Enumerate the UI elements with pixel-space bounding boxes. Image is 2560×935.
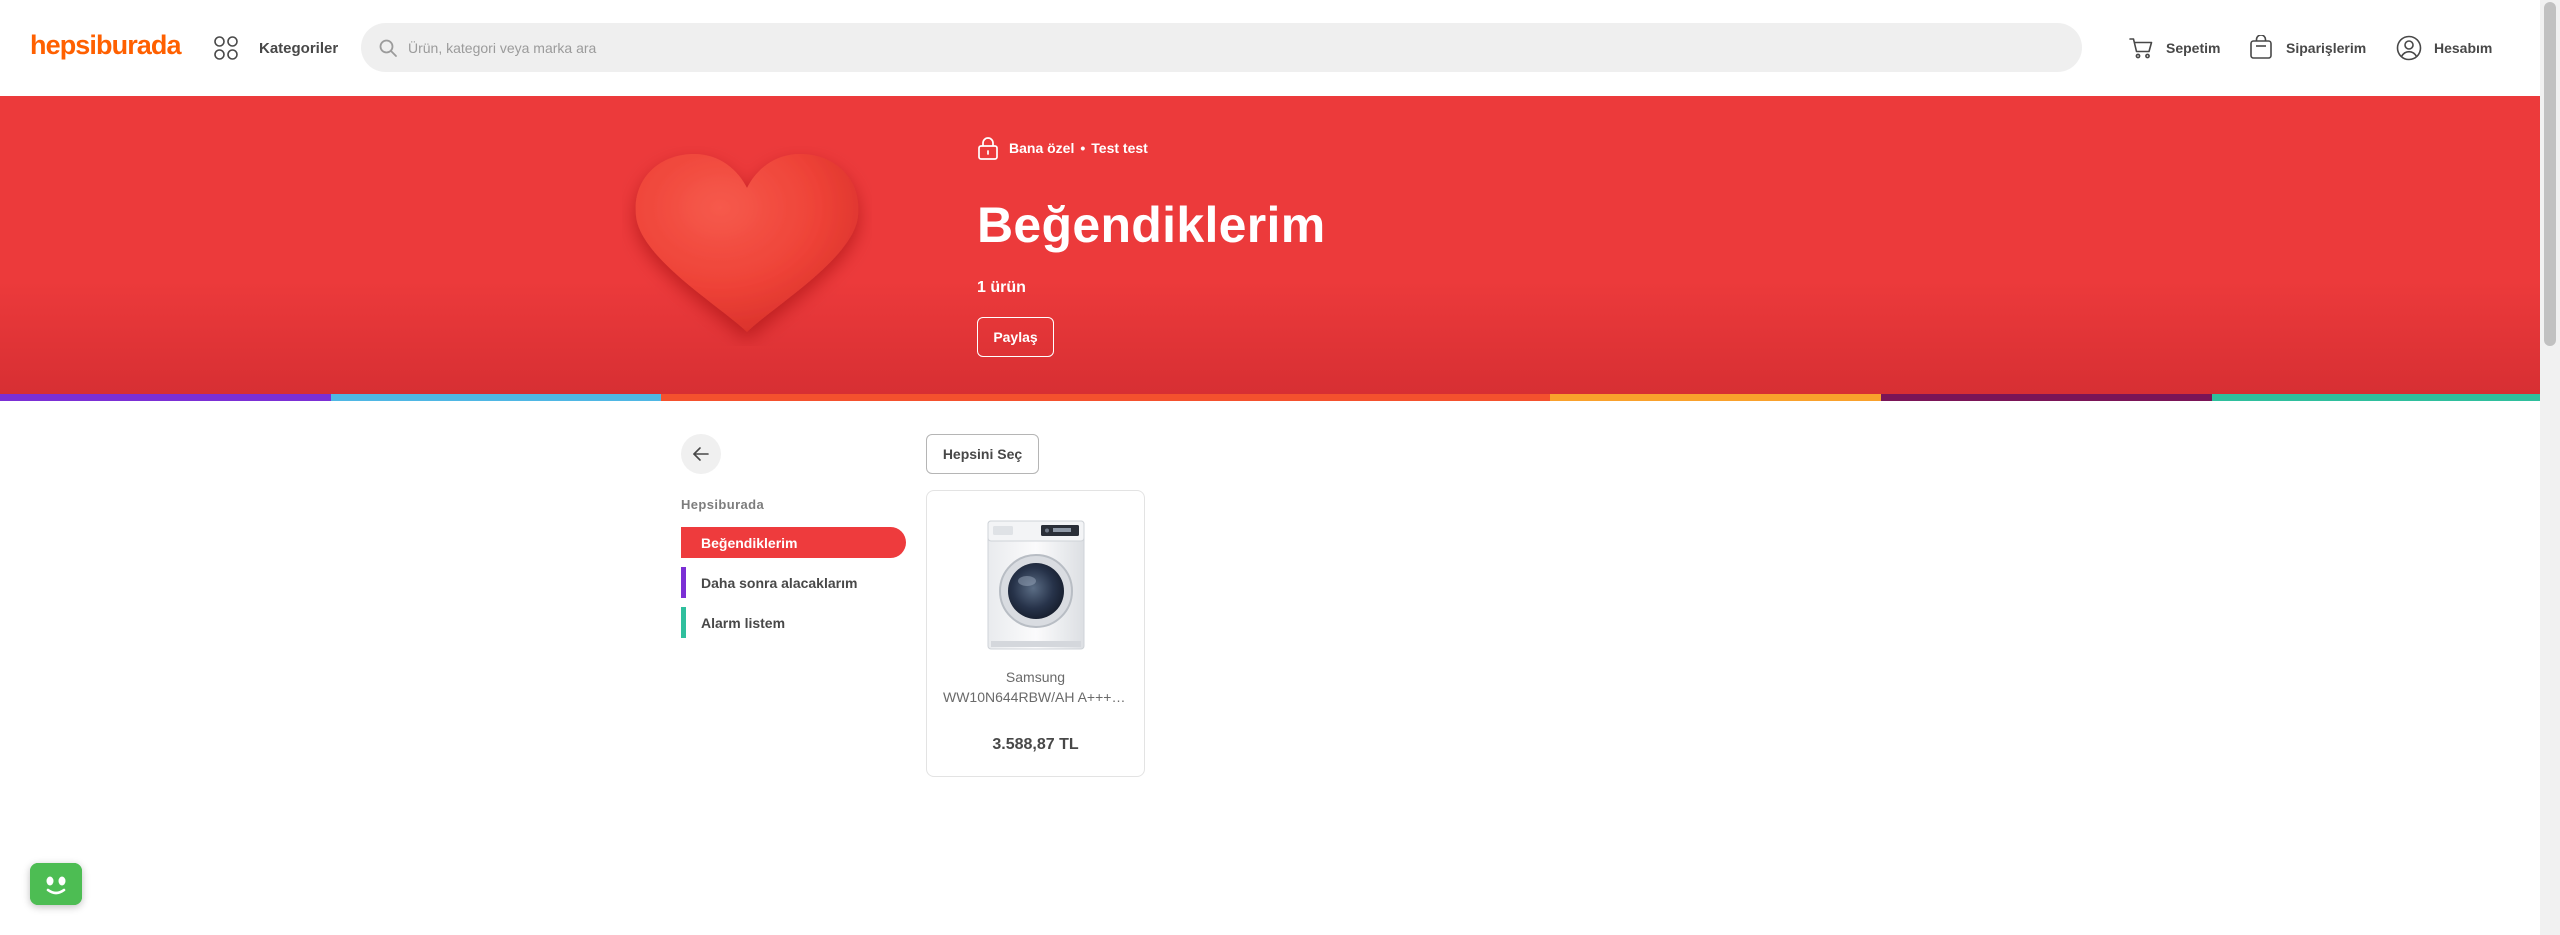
product-brand: Samsung (1005, 669, 1066, 685)
strip-segment (1550, 394, 1881, 401)
strip-segment (0, 394, 331, 401)
back-button[interactable] (681, 434, 721, 474)
list-owner: Test test (1091, 140, 1148, 156)
product-name[interactable]: Samsung WW10N644RBW/AH A+++ 10 kg (927, 667, 1144, 707)
product-image[interactable] (987, 519, 1085, 651)
strip-segment (2212, 394, 2540, 401)
strip-segment (1881, 394, 2212, 401)
list-hero-banner: Bana özel • Test test Beğendiklerim 1 ür… (0, 96, 2540, 394)
sidebar-item-begendiklerim[interactable]: Beğendiklerim (681, 527, 906, 558)
strip-segment (331, 394, 661, 401)
chat-widget-button[interactable] (30, 863, 82, 905)
cart-label: Sepetim (2166, 40, 2221, 56)
chat-bot-icon (30, 863, 82, 905)
select-all-button[interactable]: Hepsini Seç (926, 434, 1039, 474)
search-bar[interactable] (361, 23, 2082, 72)
product-card[interactable]: Samsung WW10N644RBW/AH A+++ 10 kg 3.588,… (926, 490, 1145, 777)
heart-icon (635, 154, 859, 332)
categories-label: Kategoriler (259, 39, 339, 57)
strip-segment (661, 394, 1550, 401)
cart-link[interactable]: Sepetim (2128, 33, 2220, 63)
categories-button[interactable]: Kategoriler (213, 34, 338, 62)
orders-link[interactable]: Siparişlerim (2248, 33, 2366, 63)
item-count: 1 ürün (977, 279, 1026, 296)
user-icon (2396, 35, 2422, 61)
sidebar-item-daha-sonra[interactable]: Daha sonra alacaklarım (681, 567, 906, 598)
search-input[interactable] (408, 39, 2008, 56)
sidebar-item-alarm-listem[interactable]: Alarm listem (681, 607, 906, 638)
arrow-left-icon (693, 447, 709, 461)
site-header: hepsiburada Kategoriler Sepetim Siparişl… (0, 0, 2540, 96)
orders-bag-icon (2250, 35, 2272, 59)
product-model: WW10N644RBW/AH A+++ 10 kg (943, 689, 1144, 705)
scrollbar-thumb[interactable] (2544, 2, 2556, 346)
sidebar-item-color-bar (681, 567, 686, 598)
privacy-label: Bana özel (1009, 140, 1075, 156)
product-price: 3.588,87 TL (992, 736, 1079, 753)
sidebar-item-label: Daha sonra alacaklarım (701, 574, 858, 591)
account-link[interactable]: Hesabım (2396, 33, 2492, 63)
cart-icon (2129, 38, 2153, 59)
sidebar-item-color-bar (681, 607, 686, 638)
sidebar-item-label: Alarm listem (701, 614, 786, 631)
hepsiburada-logo[interactable]: hepsiburada (30, 30, 182, 61)
page-scrollbar[interactable] (2540, 0, 2560, 935)
account-label: Hesabım (2434, 40, 2493, 56)
page-title: Beğendiklerim (977, 197, 1326, 253)
privacy-separator: • (1080, 140, 1086, 156)
categories-grid-icon (214, 36, 238, 60)
lock-icon (978, 137, 998, 160)
sidebar-heading: Hepsiburada (681, 497, 765, 512)
privacy-info: Bana özel • Test test (977, 136, 1148, 160)
color-strip (0, 394, 2540, 401)
orders-label: Siparişlerim (2286, 40, 2367, 56)
search-icon (379, 39, 397, 57)
sidebar-item-label: Beğendiklerim (701, 534, 798, 551)
share-button[interactable]: Paylaş (977, 317, 1054, 357)
